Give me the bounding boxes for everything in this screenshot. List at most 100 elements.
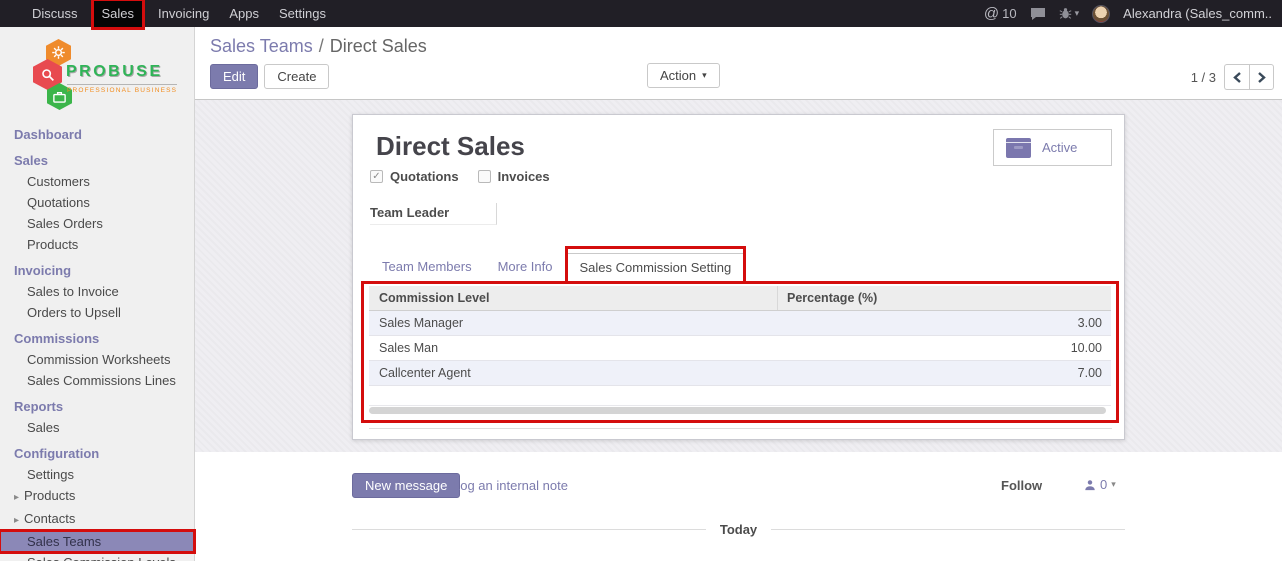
company-logo[interactable]: PROBUSE PROFESSIONAL BUSINESS bbox=[0, 27, 194, 115]
archive-box-icon bbox=[1006, 138, 1031, 158]
team-leader-label: Team Leader bbox=[370, 203, 497, 225]
chevron-down-icon: ▾ bbox=[702, 70, 707, 81]
app-menu: Discuss Sales Invoicing Apps Settings bbox=[0, 0, 336, 27]
sidebar-menu: Dashboard Sales Customers Quotations Sal… bbox=[0, 115, 194, 561]
quotations-checkbox[interactable]: ✓ bbox=[370, 170, 383, 183]
sidebar-item-sales-to-invoice[interactable]: Sales to Invoice bbox=[0, 281, 194, 302]
breadcrumb-current: Direct Sales bbox=[330, 36, 427, 56]
sidebar-item-label: Products bbox=[24, 488, 75, 503]
nav-item-settings[interactable]: Settings bbox=[269, 0, 336, 27]
sidebar-item-invoicing[interactable]: Invoicing bbox=[0, 260, 194, 281]
divider-line bbox=[352, 529, 706, 530]
sidebar-item-sales-commissions-lines[interactable]: Sales Commissions Lines bbox=[0, 370, 194, 391]
table-row[interactable]: Sales Man 10.00 bbox=[369, 336, 1111, 361]
sidebar: PROBUSE PROFESSIONAL BUSINESS Dashboard … bbox=[0, 27, 195, 561]
sidebar-item-label: Contacts bbox=[24, 511, 75, 526]
sheet-divider bbox=[369, 428, 1112, 429]
log-internal-note-link[interactable]: Log an internal note bbox=[453, 478, 568, 493]
tab-more-info[interactable]: More Info bbox=[485, 253, 566, 281]
sidebar-item-customers[interactable]: Customers bbox=[0, 171, 194, 192]
bug-icon bbox=[1059, 7, 1072, 20]
navbar-systray: @ 10 ▾ Alexandra (Sales_comm.. bbox=[984, 5, 1282, 23]
user-menu[interactable]: Alexandra (Sales_comm.. bbox=[1123, 6, 1272, 21]
edit-button[interactable]: Edit bbox=[210, 64, 258, 89]
nav-item-discuss[interactable]: Discuss bbox=[22, 0, 88, 27]
sidebar-item-settings[interactable]: Settings bbox=[0, 464, 194, 485]
new-message-button[interactable]: New message bbox=[352, 473, 460, 498]
sidebar-item-configuration[interactable]: Configuration bbox=[0, 443, 194, 464]
sidebar-item-reports-sales[interactable]: Sales bbox=[0, 417, 194, 438]
cell-percentage: 7.00 bbox=[778, 361, 1111, 385]
sidebar-item-products[interactable]: Products bbox=[0, 234, 194, 255]
chevron-left-icon bbox=[1233, 72, 1242, 83]
chevron-down-icon: ▾ bbox=[1111, 479, 1116, 490]
sidebar-item-dashboard[interactable]: Dashboard bbox=[0, 124, 194, 145]
invoices-label: Invoices bbox=[498, 169, 550, 184]
nav-item-invoicing[interactable]: Invoicing bbox=[148, 0, 219, 27]
sidebar-item-reports[interactable]: Reports bbox=[0, 396, 194, 417]
form-sheet: Direct Sales ✓ Quotations Invoices Team … bbox=[352, 114, 1125, 440]
follow-button[interactable]: Follow bbox=[1001, 478, 1042, 493]
expand-caret-icon: ▸ bbox=[14, 492, 19, 503]
chat-bubble-icon bbox=[1030, 7, 1046, 21]
sidebar-item-sales-commission-levels[interactable]: Sales Commission Levels bbox=[0, 552, 194, 561]
at-icon: @ bbox=[984, 5, 999, 22]
tab-sales-commission-setting[interactable]: Sales Commission Setting bbox=[566, 253, 746, 281]
table-header-row: Commission Level Percentage (%) bbox=[369, 286, 1111, 311]
sidebar-item-orders-to-upsell[interactable]: Orders to Upsell bbox=[0, 302, 194, 323]
top-navbar: Discuss Sales Invoicing Apps Settings @ … bbox=[0, 0, 1282, 27]
action-label: Action bbox=[660, 68, 696, 83]
chevron-right-icon bbox=[1257, 72, 1266, 83]
follower-count: 0 bbox=[1100, 477, 1107, 492]
brand-tagline: PROFESSIONAL BUSINESS bbox=[67, 84, 177, 94]
table-row[interactable]: Sales Manager 3.00 bbox=[369, 311, 1111, 336]
user-avatar[interactable] bbox=[1092, 5, 1110, 23]
mention-count: 10 bbox=[1002, 6, 1016, 21]
sidebar-item-contacts[interactable]: ▸ Contacts bbox=[0, 508, 194, 531]
create-button[interactable]: Create bbox=[264, 64, 329, 89]
followers-dropdown[interactable]: 0 ▾ bbox=[1084, 477, 1116, 492]
debug-menu-button[interactable]: ▾ bbox=[1059, 7, 1080, 20]
column-header-commission-level[interactable]: Commission Level bbox=[369, 286, 778, 310]
quotations-label: Quotations bbox=[390, 169, 459, 184]
sidebar-item-sales-teams[interactable]: Sales Teams bbox=[0, 531, 194, 552]
cell-commission-level: Sales Manager bbox=[369, 311, 778, 335]
sidebar-item-quotations[interactable]: Quotations bbox=[0, 192, 194, 213]
sidebar-item-sales-orders[interactable]: Sales Orders bbox=[0, 213, 194, 234]
mention-counter[interactable]: @ 10 bbox=[984, 5, 1017, 22]
nav-item-apps[interactable]: Apps bbox=[219, 0, 269, 27]
sidebar-item-sales[interactable]: Sales bbox=[0, 150, 194, 171]
action-dropdown-button[interactable]: Action ▾ bbox=[647, 63, 720, 88]
follower-person-icon bbox=[1084, 479, 1096, 491]
sidebar-item-commission-worksheets[interactable]: Commission Worksheets bbox=[0, 349, 194, 370]
cell-commission-level: Callcenter Agent bbox=[369, 361, 778, 385]
sidebar-item-commissions[interactable]: Commissions bbox=[0, 328, 194, 349]
horizontal-scrollbar[interactable] bbox=[369, 407, 1106, 414]
cell-percentage: 3.00 bbox=[778, 311, 1111, 335]
chevron-down-icon: ▾ bbox=[1075, 8, 1080, 19]
divider-line bbox=[771, 529, 1125, 530]
pager-next-button[interactable] bbox=[1249, 64, 1274, 90]
today-divider: Today bbox=[352, 522, 1125, 537]
invoices-checkbox[interactable] bbox=[478, 170, 491, 183]
tab-team-members[interactable]: Team Members bbox=[369, 253, 485, 281]
cell-commission-level: Sales Man bbox=[369, 336, 778, 360]
nav-item-sales[interactable]: Sales bbox=[94, 1, 143, 27]
column-header-percentage[interactable]: Percentage (%) bbox=[778, 286, 1111, 310]
table-row[interactable]: Callcenter Agent 7.00 bbox=[369, 361, 1111, 386]
breadcrumb-sales-teams[interactable]: Sales Teams bbox=[210, 36, 313, 56]
chatter: New message Log an internal note Follow … bbox=[195, 452, 1282, 561]
messages-button[interactable] bbox=[1030, 7, 1046, 21]
record-title: Direct Sales bbox=[376, 131, 525, 162]
team-leader-row: Team Leader bbox=[370, 203, 859, 225]
breadcrumb-separator: / bbox=[319, 36, 324, 56]
notebook-tabs: Team Members More Info Sales Commission … bbox=[369, 253, 1111, 282]
sidebar-item-config-products[interactable]: ▸ Products bbox=[0, 485, 194, 508]
active-stat-button[interactable]: Active bbox=[993, 129, 1112, 166]
team-leader-field[interactable] bbox=[497, 203, 859, 225]
form-buttons: Edit Create bbox=[210, 64, 329, 89]
cell-percentage: 10.00 bbox=[778, 336, 1111, 360]
empty-table-row bbox=[369, 386, 1111, 406]
pager-previous-button[interactable] bbox=[1224, 64, 1249, 90]
expand-caret-icon: ▸ bbox=[14, 515, 19, 526]
